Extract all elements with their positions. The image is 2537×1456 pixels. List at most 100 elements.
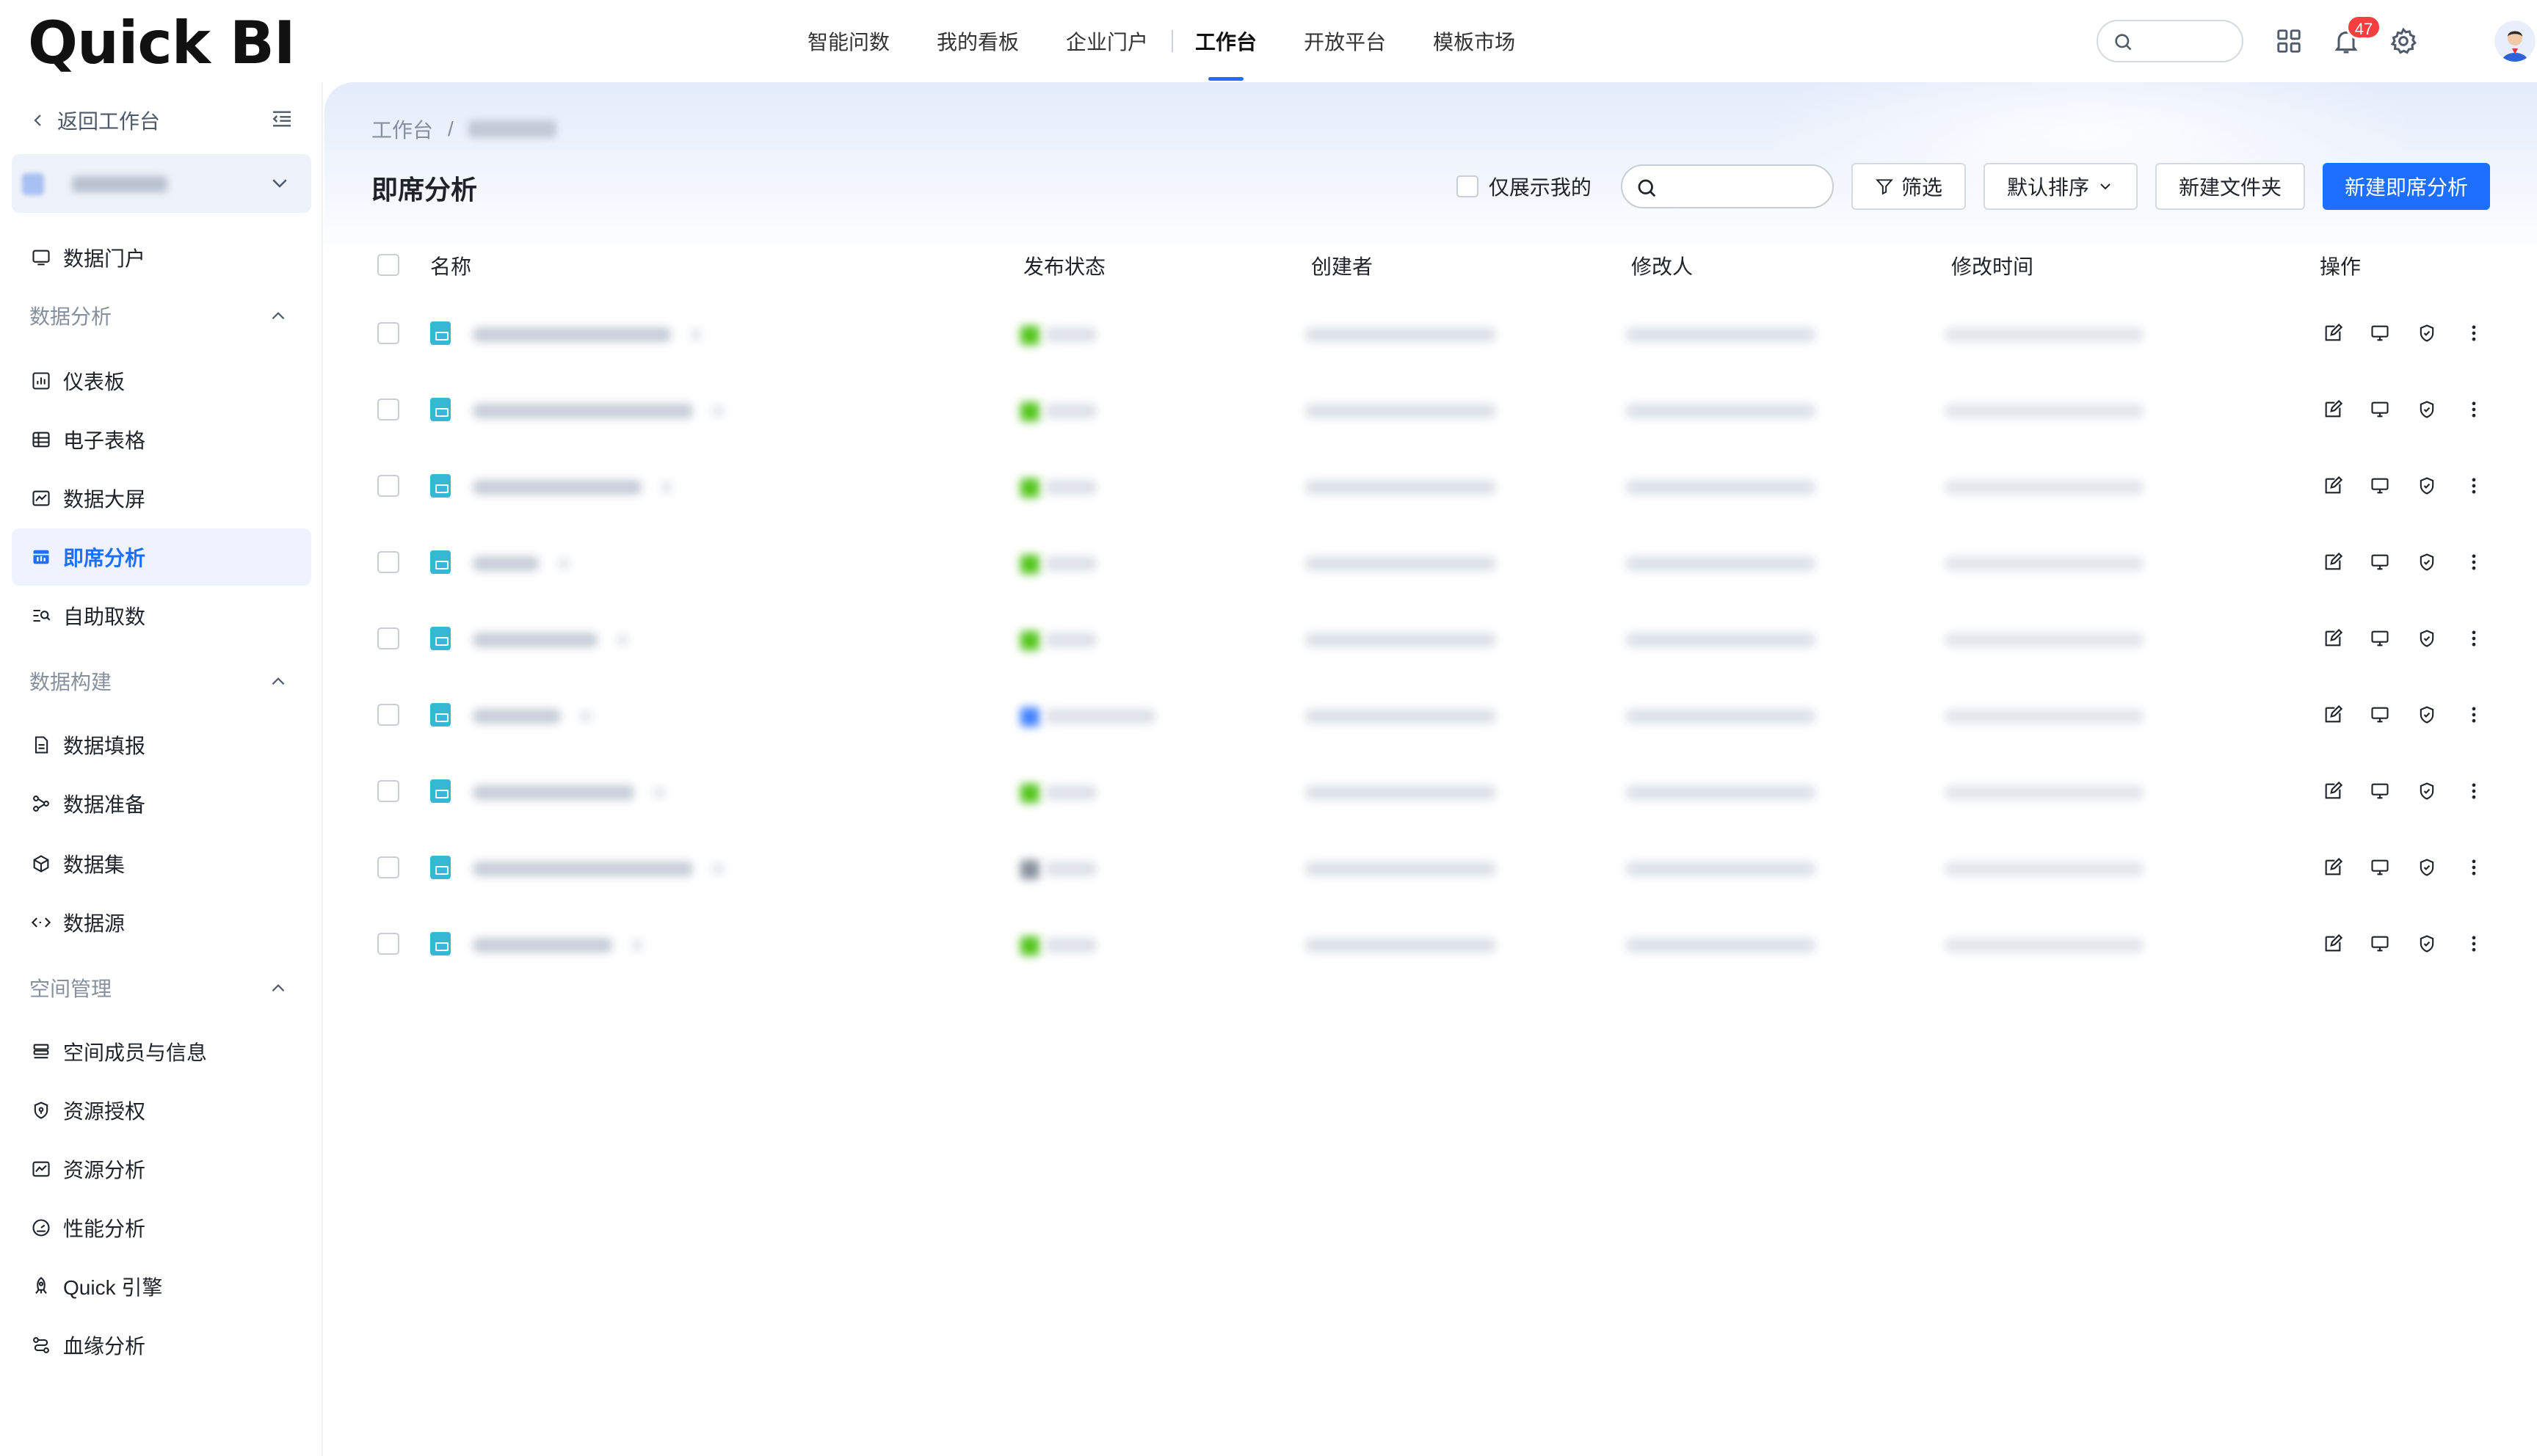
shield-check-icon[interactable]	[2415, 703, 2439, 727]
select-all-checkbox[interactable]	[377, 254, 399, 276]
shield-check-icon[interactable]	[2415, 932, 2439, 956]
shield-check-icon[interactable]	[2415, 398, 2439, 421]
quick-bi-logo[interactable]: Quick BI	[28, 10, 296, 76]
new-folder-button[interactable]: 新建文件夹	[2155, 163, 2305, 210]
row-checkbox[interactable]	[377, 704, 399, 726]
sidebar-item-prep[interactable]: 数据准备	[12, 775, 311, 832]
more-vertical-icon[interactable]	[2462, 856, 2486, 879]
monitor-icon[interactable]	[2368, 627, 2392, 650]
edit-icon[interactable]	[2321, 627, 2345, 650]
sidebar-item-engine[interactable]: Quick 引擎	[12, 1258, 311, 1315]
row-checkbox[interactable]	[377, 933, 399, 955]
more-vertical-icon[interactable]	[2462, 550, 2486, 574]
row-checkbox[interactable]	[377, 780, 399, 802]
nav-open-platform[interactable]: 开放平台	[1304, 0, 1386, 82]
header-status[interactable]: 发布状态	[1023, 251, 1106, 280]
more-vertical-icon[interactable]	[2462, 627, 2486, 650]
shield-check-icon[interactable]	[2415, 474, 2439, 498]
more-vertical-icon[interactable]	[2462, 398, 2486, 421]
monitor-icon[interactable]	[2368, 703, 2392, 727]
row-checkbox[interactable]	[377, 627, 399, 649]
sidebar-item-perf[interactable]: 性能分析	[12, 1199, 311, 1256]
table-row[interactable]	[371, 677, 2490, 753]
global-search-input[interactable]	[2097, 20, 2243, 62]
user-avatar[interactable]	[2494, 21, 2536, 62]
shield-check-icon[interactable]	[2415, 321, 2439, 345]
row-name-redacted[interactable]	[473, 404, 693, 418]
nav-smart-qa[interactable]: 智能问数	[807, 0, 890, 82]
sidebar-item-adhoc[interactable]: 即席分析	[12, 528, 311, 586]
nav-workbench[interactable]: 工作台	[1195, 0, 1257, 82]
only-mine-checkbox[interactable]: 仅展示我的	[1456, 172, 1591, 201]
table-row[interactable]	[371, 448, 2490, 524]
monitor-icon[interactable]	[2368, 321, 2392, 345]
header-modified-time[interactable]: 修改时间	[1951, 251, 2033, 280]
sidebar-item-members[interactable]: 空间成员与信息	[12, 1023, 311, 1080]
row-checkbox[interactable]	[377, 475, 399, 497]
row-checkbox[interactable]	[377, 398, 399, 421]
nav-enterprise-portal[interactable]: 企业门户	[1066, 0, 1148, 82]
apps-grid-button[interactable]	[2273, 25, 2305, 57]
breadcrumb-root[interactable]: 工作台	[371, 114, 433, 144]
shield-check-icon[interactable]	[2415, 856, 2439, 879]
settings-button[interactable]	[2387, 25, 2420, 57]
nav-my-boards[interactable]: 我的看板	[937, 0, 1019, 82]
sidebar-item-dataset[interactable]: 数据集	[12, 835, 311, 892]
row-name-redacted[interactable]	[473, 785, 634, 800]
more-vertical-icon[interactable]	[2462, 779, 2486, 803]
filter-button[interactable]: 筛选	[1851, 163, 1966, 210]
nav-template-market[interactable]: 模板市场	[1433, 0, 1515, 82]
row-name-redacted[interactable]	[473, 938, 612, 953]
sidebar-item-screen[interactable]: 数据大屏	[12, 470, 311, 527]
list-search-input[interactable]	[1620, 164, 1834, 208]
sidebar-group-data-analysis[interactable]: 数据分析	[12, 294, 311, 338]
header-name[interactable]: 名称	[430, 251, 471, 280]
shield-check-icon[interactable]	[2415, 627, 2439, 650]
row-checkbox[interactable]	[377, 322, 399, 344]
edit-icon[interactable]	[2321, 550, 2345, 574]
row-name-redacted[interactable]	[473, 480, 642, 495]
monitor-icon[interactable]	[2368, 856, 2392, 879]
sidebar-item-res-analysis[interactable]: 资源分析	[12, 1140, 311, 1198]
sidebar-item-portal[interactable]: 数据门户	[12, 229, 311, 286]
header-creator[interactable]: 创建者	[1311, 251, 1373, 280]
monitor-icon[interactable]	[2368, 474, 2392, 498]
table-row[interactable]	[371, 295, 2490, 371]
table-row[interactable]	[371, 906, 2490, 982]
sidebar-item-lineage[interactable]: 血缘分析	[12, 1317, 311, 1374]
edit-icon[interactable]	[2321, 321, 2345, 345]
sidebar-item-dashboard[interactable]: 仪表板	[12, 352, 311, 410]
more-vertical-icon[interactable]	[2462, 321, 2486, 345]
monitor-icon[interactable]	[2368, 779, 2392, 803]
sidebar-item-fill[interactable]: 数据填报	[12, 716, 311, 774]
monitor-icon[interactable]	[2368, 550, 2392, 574]
sidebar-group-space-manage[interactable]: 空间管理	[12, 966, 311, 1010]
sidebar-item-auth[interactable]: 资源授权	[12, 1082, 311, 1139]
header-modifier[interactable]: 修改人	[1631, 251, 1693, 280]
table-row[interactable]	[371, 371, 2490, 448]
sidebar-group-data-build[interactable]: 数据构建	[12, 659, 311, 703]
row-name-redacted[interactable]	[473, 327, 671, 342]
table-row[interactable]	[371, 753, 2490, 829]
edit-icon[interactable]	[2321, 398, 2345, 421]
row-name-redacted[interactable]	[473, 633, 598, 647]
table-row[interactable]	[371, 829, 2490, 906]
row-name-redacted[interactable]	[473, 556, 539, 571]
row-name-redacted[interactable]	[473, 709, 561, 724]
monitor-icon[interactable]	[2368, 932, 2392, 956]
sidebar-item-datasource[interactable]: 数据源	[12, 894, 311, 951]
shield-check-icon[interactable]	[2415, 550, 2439, 574]
table-row[interactable]	[371, 524, 2490, 600]
row-checkbox[interactable]	[377, 551, 399, 573]
collapse-sidebar-button[interactable]	[270, 107, 294, 136]
sidebar-item-self-fetch[interactable]: 自助取数	[12, 587, 311, 644]
more-vertical-icon[interactable]	[2462, 474, 2486, 498]
edit-icon[interactable]	[2321, 779, 2345, 803]
row-name-redacted[interactable]	[473, 862, 693, 876]
back-to-workbench[interactable]: 返回工作台	[29, 103, 308, 138]
more-vertical-icon[interactable]	[2462, 932, 2486, 956]
workspace-selector[interactable]	[12, 154, 311, 213]
row-checkbox[interactable]	[377, 856, 399, 878]
edit-icon[interactable]	[2321, 856, 2345, 879]
checkbox[interactable]	[1456, 175, 1478, 197]
